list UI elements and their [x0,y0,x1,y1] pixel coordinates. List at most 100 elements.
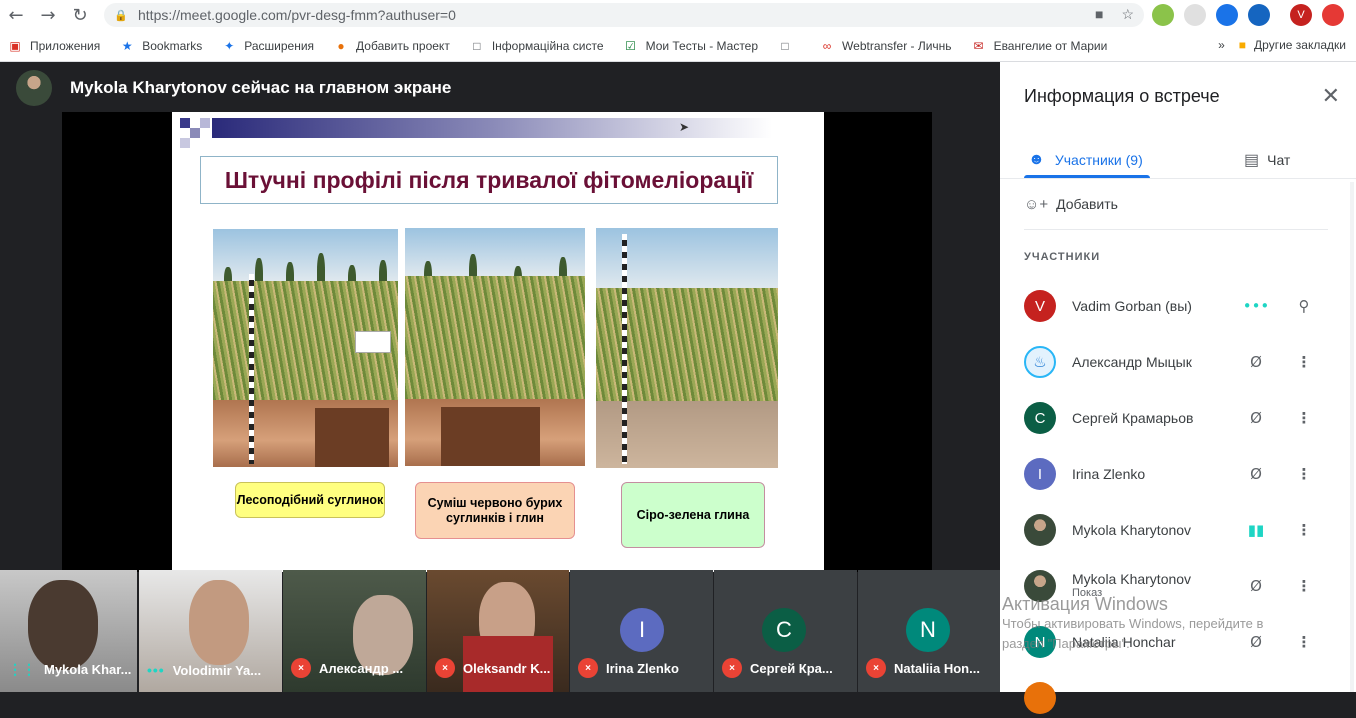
avatar: I [1024,458,1056,490]
soil-label-3: Сіро-зелена глина [621,482,765,548]
slide-decoration [180,118,190,128]
extension-icon[interactable] [1184,4,1206,26]
avatar: С [762,608,806,652]
tile-video[interactable]: ••• Volodimir Ya... [139,570,282,692]
bookmarks-bar: ▣ Приложения ★ Bookmarks ✦ Расширения ● Доба… [0,30,1356,62]
gmail-icon: ✉ [973,38,984,53]
avatar: I [620,608,664,652]
more-vert-icon[interactable]: ⋮ [1294,576,1314,596]
bookmark-bookmarks[interactable]: ★ Bookmarks [120,39,202,53]
bookmark-webtransfer[interactable]: ∞ Webtransfer - Личнь [820,39,952,53]
avatar: N [906,608,950,652]
site-icon: ● [337,38,345,53]
presentation-area: Штучні профілі після тривалої фітомеліор… [62,112,932,572]
more-vert-icon[interactable]: ⋮ [1294,352,1314,372]
panel-title: Информация о встрече [1024,86,1220,106]
speaking-icon: ▮▮ [1247,521,1265,539]
speaking-icon: ⋮⋮ [8,661,36,677]
participant-row[interactable]: С Сергей Крамарьов Ø ⋮ [1024,398,1334,438]
more-vert-icon[interactable]: ⋮ [1294,632,1314,652]
participant-row[interactable]: V Vadim Gorban (вы) ••• ⚲ [1024,286,1334,326]
participant-row[interactable]: I Irina Zlenko Ø ⋮ [1024,454,1334,494]
tile-avatar[interactable]: N × Nataliia Hon... [858,570,1000,692]
page-icon: □ [473,38,481,53]
tab-divider [1000,178,1356,179]
bookmark-add-project[interactable]: ● Добавить проект [334,38,449,53]
extension-icon[interactable] [1248,4,1270,26]
bookmark-info-system[interactable]: □ Інформаційна систе [470,38,603,53]
tile-avatar[interactable]: I × Irina Zlenko [570,570,713,692]
camera-icon[interactable]: ■ [1095,6,1103,23]
slide-title: Штучні профілі після тривалої фітомеліор… [200,156,778,204]
tab-participants[interactable]: ☻ Участники (9) [1028,142,1143,178]
cursor-icon: ➤ [679,120,690,134]
puzzle-icon: ✦ [224,38,235,53]
avatar: ♨ [1024,346,1056,378]
bookmark-apps[interactable]: ▣ Приложения [8,39,100,53]
more-dots-icon: ••• [1242,297,1270,315]
soil-photo-1 [213,229,398,467]
slide: Штучні профілі після тривалої фітомеліор… [172,112,824,572]
bookmark-tests[interactable]: ☑ Мои Тесты - Мастер [624,39,758,53]
mic-off-icon: × [435,658,455,678]
more-bookmarks-icon[interactable]: » [1218,38,1225,52]
other-bookmarks[interactable]: Другие закладки [1254,38,1346,52]
scrollbar[interactable] [1350,182,1354,692]
tile-avatar[interactable]: С × Сергей Кра... [714,570,857,692]
mic-off-icon: × [291,658,311,678]
bookmark-extensions[interactable]: ✦ Расширения [222,39,314,53]
soil-label-1: Лесоподібний суглинок [235,482,385,518]
back-icon[interactable]: ← [0,0,32,30]
tile-video[interactable]: ⋮⋮ Mykola Khar... [0,570,137,692]
more-vert-icon[interactable]: ⋮ [1294,520,1314,540]
extension-icon[interactable] [1152,4,1174,26]
participant-row[interactable]: Mykola Kharytonov ▮▮ ⋮ [1024,510,1334,550]
reload-icon[interactable]: ↻ [64,0,96,30]
presenter-banner: Mykola Kharytonov сейчас на главном экра… [16,70,451,106]
more-dots-icon: ••• [147,662,165,678]
slide-decoration [200,118,210,128]
mic-off-icon: Ø [1250,409,1262,427]
page-icon: □ [781,38,789,53]
volume-off-icon: Ø [1250,577,1262,595]
add-person-icon: ☺+ [1024,195,1049,213]
lock-icon: 🔒 [114,9,128,22]
close-icon[interactable]: ✕ [1322,84,1340,109]
extension-icon[interactable] [1322,4,1344,26]
tile-video[interactable]: × Александр ... [283,570,426,692]
profile-avatar[interactable]: V [1290,4,1312,26]
more-vert-icon[interactable]: ⋮ [1294,408,1314,428]
windows-activation-watermark: Активация Windows Чтобы активировать Win… [1002,594,1264,651]
star-icon[interactable]: ☆ [1121,6,1134,23]
participant-row[interactable] [1024,678,1334,718]
mic-off-icon: × [578,658,598,678]
bookmark-page[interactable]: □ [778,39,800,53]
add-people-button[interactable]: ☺+ Добавить [1024,192,1118,216]
participant-row[interactable]: ♨ Александр Мыцык Ø ⋮ [1024,342,1334,382]
mic-off-icon: Ø [1250,353,1262,371]
mic-off-icon: × [866,658,886,678]
zoom-extension-icon[interactable] [1216,4,1238,26]
folder-icon: ■ [1238,38,1247,52]
apps-grid-icon: ▣ [9,38,21,53]
address-bar[interactable]: 🔒 https://meet.google.com/pvr-desg-fmm?a… [104,3,1144,27]
avatar [1024,682,1056,714]
tile-video[interactable]: × Oleksandr K... [427,570,569,692]
people-icon: ☻ [1028,151,1045,168]
forward-icon[interactable]: → [32,0,64,30]
presenter-text: Mykola Kharytonov сейчас на главном экра… [70,78,452,97]
soil-label-2: Суміш червоно бурих суглинків і глин [415,482,575,539]
chat-icon: ▤ [1244,152,1260,169]
checkbox-icon: ☑ [625,38,636,53]
url-text: https://meet.google.com/pvr-desg-fmm?aut… [138,7,456,23]
avatar [16,70,52,106]
tab-chat[interactable]: ▤ Чат [1244,142,1290,178]
bookmark-gospel[interactable]: ✉ Евангелие от Марии [972,39,1108,53]
soil-photo-3 [596,228,778,468]
infinity-icon: ∞ [822,38,832,53]
slide-decoration [190,128,200,138]
pin-icon[interactable]: ⚲ [1294,296,1314,316]
slide-decoration [180,138,190,148]
section-heading: УЧАСТНИКИ [1024,251,1101,263]
more-vert-icon[interactable]: ⋮ [1294,464,1314,484]
